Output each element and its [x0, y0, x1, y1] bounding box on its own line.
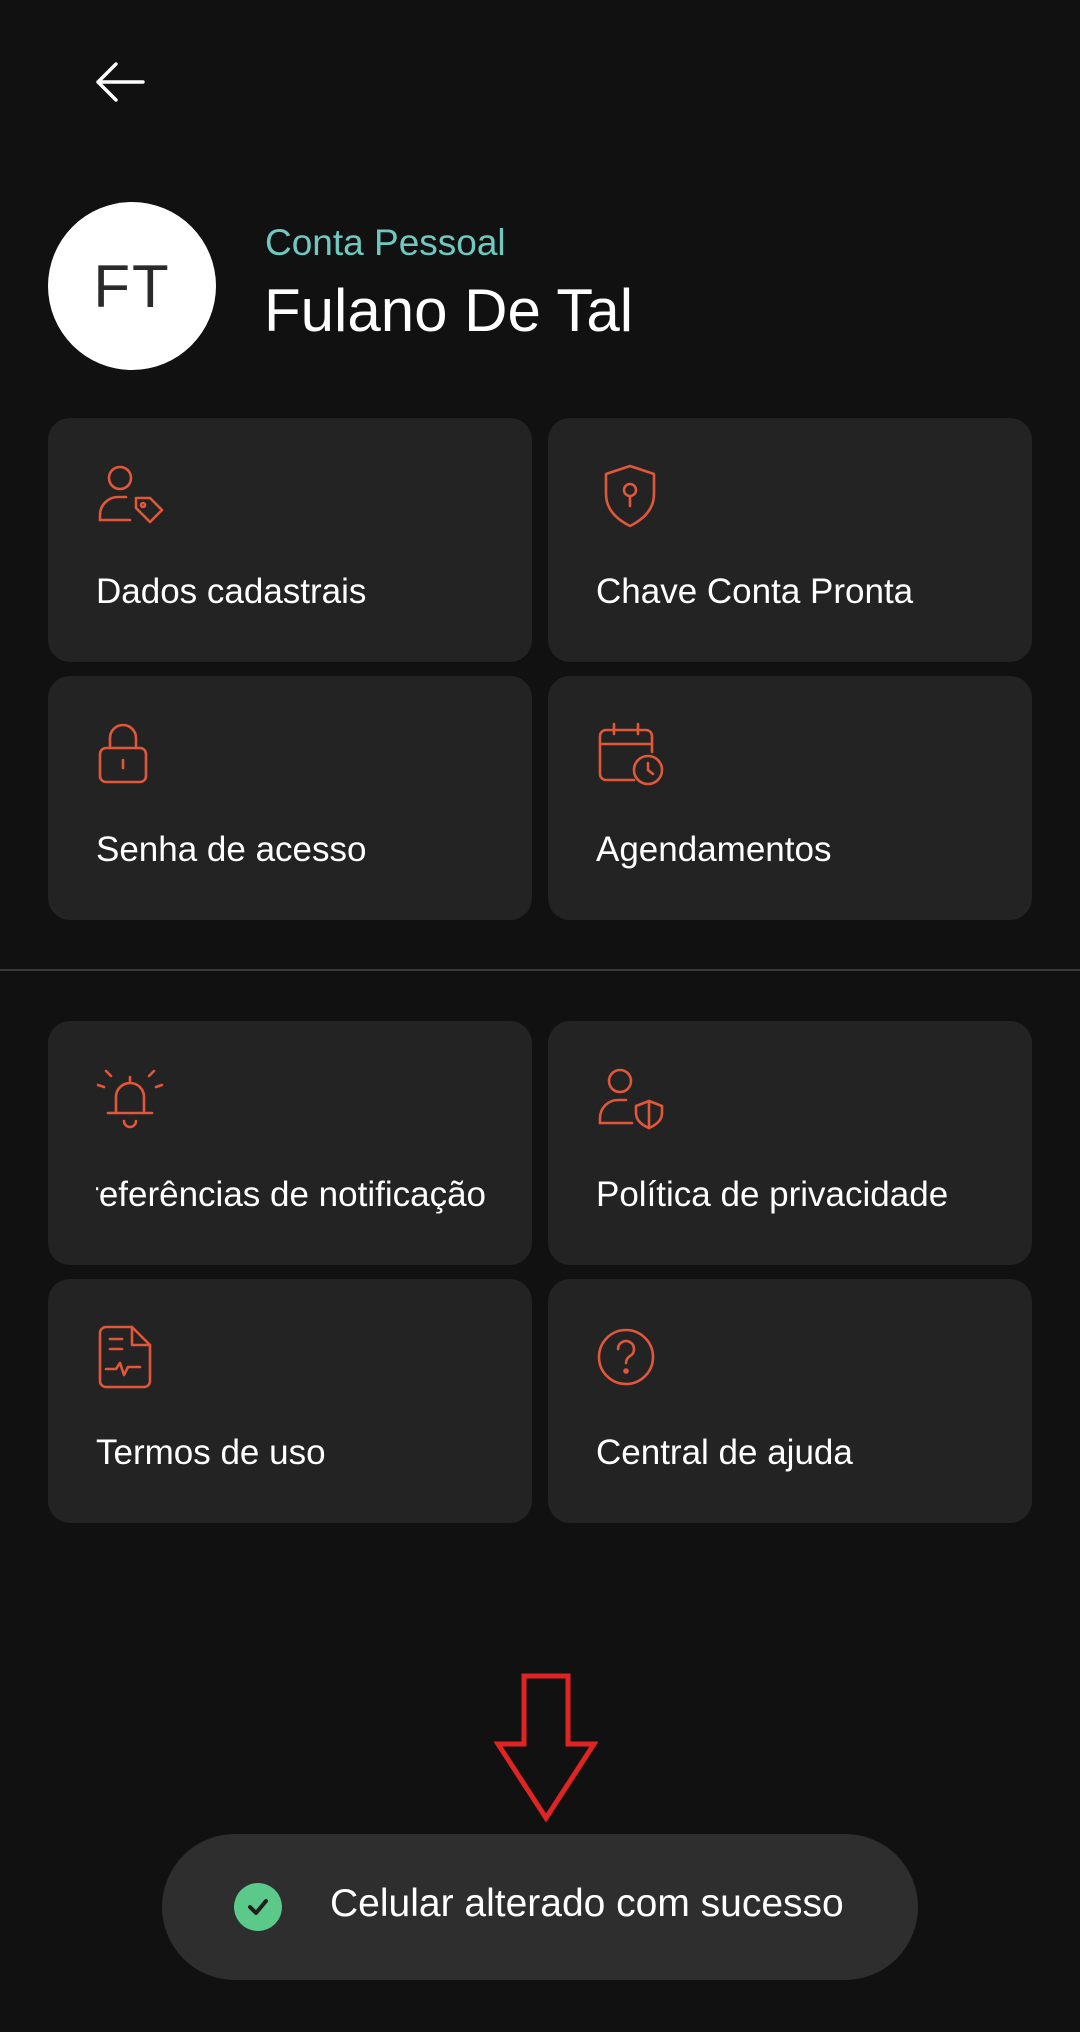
- user-shield-icon: [594, 1063, 666, 1135]
- success-toast: Celular alterado com sucesso: [162, 1834, 918, 1980]
- back-button[interactable]: [82, 44, 158, 120]
- menu-card-senha-de-acesso[interactable]: Senha de acesso: [48, 676, 532, 920]
- menu-card-label: Preferências de notificação: [96, 1175, 486, 1214]
- menu-card-label: Dados cadastrais: [96, 572, 367, 611]
- menu-card-termos-de-uso[interactable]: Termos de uso: [48, 1279, 532, 1523]
- check-circle-icon: [234, 1883, 282, 1931]
- primary-menu-grid: Dados cadastrais Chave Conta Pronta Senh…: [48, 418, 1032, 920]
- menu-card-label: Senha de acesso: [96, 830, 367, 869]
- menu-card-label: Agendamentos: [596, 830, 832, 869]
- arrow-left-icon: [96, 62, 145, 102]
- user-name: Fulano De Tal: [264, 277, 634, 344]
- section-divider: [0, 969, 1080, 971]
- account-type-label: Conta Pessoal: [265, 222, 506, 263]
- shield-key-icon: [594, 460, 666, 532]
- menu-card-label: Central de ajuda: [596, 1433, 853, 1472]
- annotation-arrow-down-icon: [494, 1673, 598, 1822]
- avatar: FT: [48, 202, 216, 370]
- menu-card-agendamentos[interactable]: Agendamentos: [548, 676, 1032, 920]
- secondary-menu-grid: Preferências de notificação Política de …: [48, 1021, 1032, 1523]
- toast-message: Celular alterado com sucesso: [330, 1882, 844, 1925]
- calendar-clock-icon: [594, 718, 666, 790]
- user-tag-icon: [94, 460, 166, 532]
- menu-card-preferencias-notificacao[interactable]: Preferências de notificação: [48, 1021, 532, 1265]
- menu-card-label: Termos de uso: [96, 1433, 326, 1472]
- lock-icon: [94, 718, 166, 790]
- menu-card-chave-conta-pronta[interactable]: Chave Conta Pronta: [548, 418, 1032, 662]
- help-circle-icon: [594, 1321, 666, 1393]
- bell-ringing-icon: [94, 1063, 166, 1135]
- menu-card-label: Política de privacidade: [596, 1175, 949, 1214]
- document-icon: [94, 1321, 166, 1393]
- menu-card-dados-cadastrais[interactable]: Dados cadastrais: [48, 418, 532, 662]
- menu-card-politica-privacidade[interactable]: Política de privacidade: [548, 1021, 1032, 1265]
- menu-card-label: Chave Conta Pronta: [596, 572, 914, 611]
- menu-card-central-de-ajuda[interactable]: Central de ajuda: [548, 1279, 1032, 1523]
